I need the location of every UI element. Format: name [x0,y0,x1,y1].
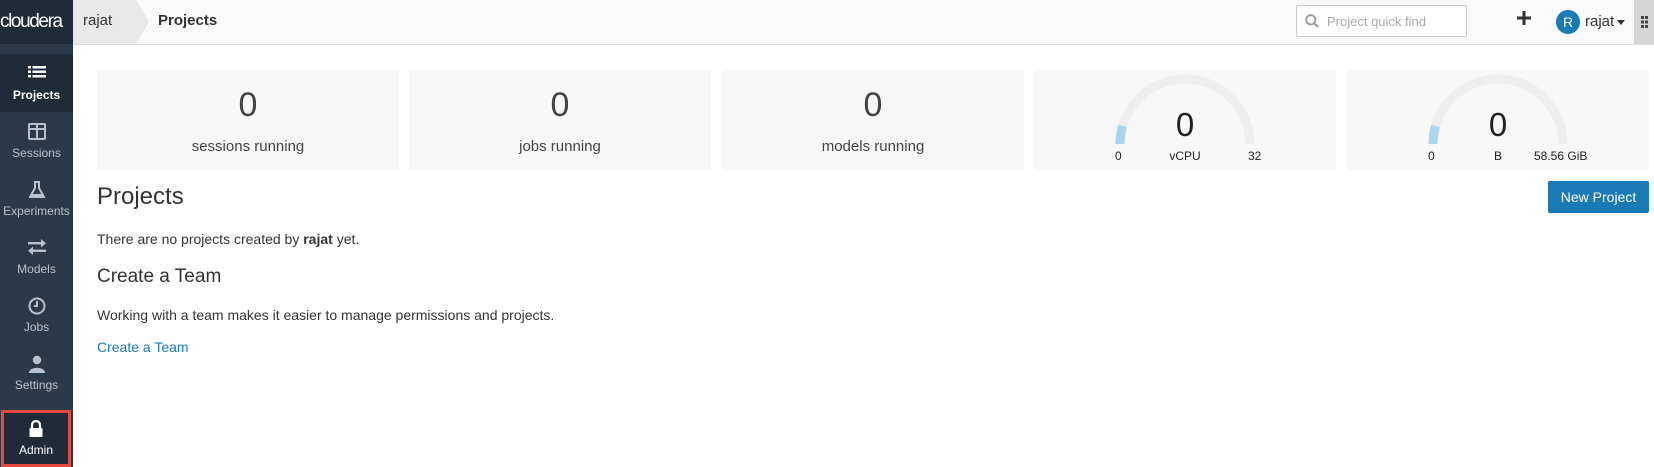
user-menu-name[interactable]: rajat [1585,13,1614,30]
sidebar-item-label: Projects [12,88,61,102]
user-icon [0,355,73,375]
models-count: 0 [863,86,883,124]
project-search [1296,5,1467,37]
sidebar-item-label: Jobs [23,320,50,334]
cpu-value: 0 [1175,106,1195,143]
empty-projects-message: There are no projects created by rajat y… [97,231,359,247]
sidebar-item-label: Experiments [3,204,70,218]
sessions-count: 0 [238,86,258,124]
chevron-down-icon[interactable] [1617,20,1625,25]
empty-prefix: There are no projects created by [97,231,304,247]
jobs-count: 0 [550,86,570,124]
sidebar-item-label: Settings [14,378,59,392]
new-project-button[interactable]: New Project [1548,181,1649,213]
cloudera-logo[interactable]: cloudera [0,0,73,44]
breadcrumb-separator [136,0,149,44]
plus-icon [1517,11,1531,25]
list-icon [0,65,73,85]
memory-value: 0 [1488,106,1508,143]
jobs-running-card: 0 jobs running [409,70,711,170]
sidebar-item-experiments[interactable]: Experiments [0,170,73,228]
sidebar-item-projects[interactable]: Projects [0,54,73,112]
search-icon [1305,14,1319,33]
sidebar-item-label: Models [17,262,56,276]
columns-icon [0,123,73,143]
create-team-heading: Create a Team [97,266,222,287]
add-button[interactable] [1517,11,1535,29]
memory-gauge-card: 0 0 B 58.56 GiB [1347,70,1649,170]
arrows-exchange-icon [0,239,73,259]
sidebar-item-label: Admin [18,443,53,457]
sidebar-item-jobs[interactable]: Jobs [0,286,73,344]
flask-icon [0,181,73,201]
avatar[interactable]: R [1556,10,1580,34]
sessions-running-card: 0 sessions running [97,70,399,170]
empty-suffix: yet. [332,231,360,247]
models-label: models running [821,138,925,155]
sidebar-item-sessions[interactable]: Sessions [0,112,73,170]
team-description: Working with a team makes it easier to m… [97,307,555,323]
sidebar-item-settings[interactable]: Settings [0,344,73,402]
projects-heading: Projects [97,183,184,210]
sessions-label: sessions running [191,138,305,155]
apps-menu-button[interactable] [1634,0,1654,44]
empty-user: rajat [303,231,333,247]
sidebar-item-models[interactable]: Models [0,228,73,286]
breadcrumb-user[interactable]: rajat [73,0,136,44]
cpu-unit: vCPU [1169,149,1201,163]
sidebar-item-label: Sessions [12,146,61,160]
page-title: Projects [158,12,218,29]
cpu-gauge-card: 0 0 vCPU 32 [1034,70,1336,170]
create-team-link[interactable]: Create a Team [97,339,189,355]
models-running-card: 0 models running [722,70,1024,170]
clock-icon [0,297,73,317]
memory-unit: B [1493,149,1502,163]
sidebar: cloudera Projects Sessions Experiments M… [0,0,73,467]
sidebar-item-admin[interactable]: Admin [1,410,71,467]
grid-icon [1641,16,1648,28]
memory-max: 58.56 GiB [1534,149,1588,163]
cpu-max: 32 [1248,149,1262,163]
search-input[interactable] [1327,6,1463,36]
lock-icon [4,420,68,440]
top-header: rajat Projects R rajat [73,0,1654,45]
jobs-label: jobs running [519,138,601,155]
